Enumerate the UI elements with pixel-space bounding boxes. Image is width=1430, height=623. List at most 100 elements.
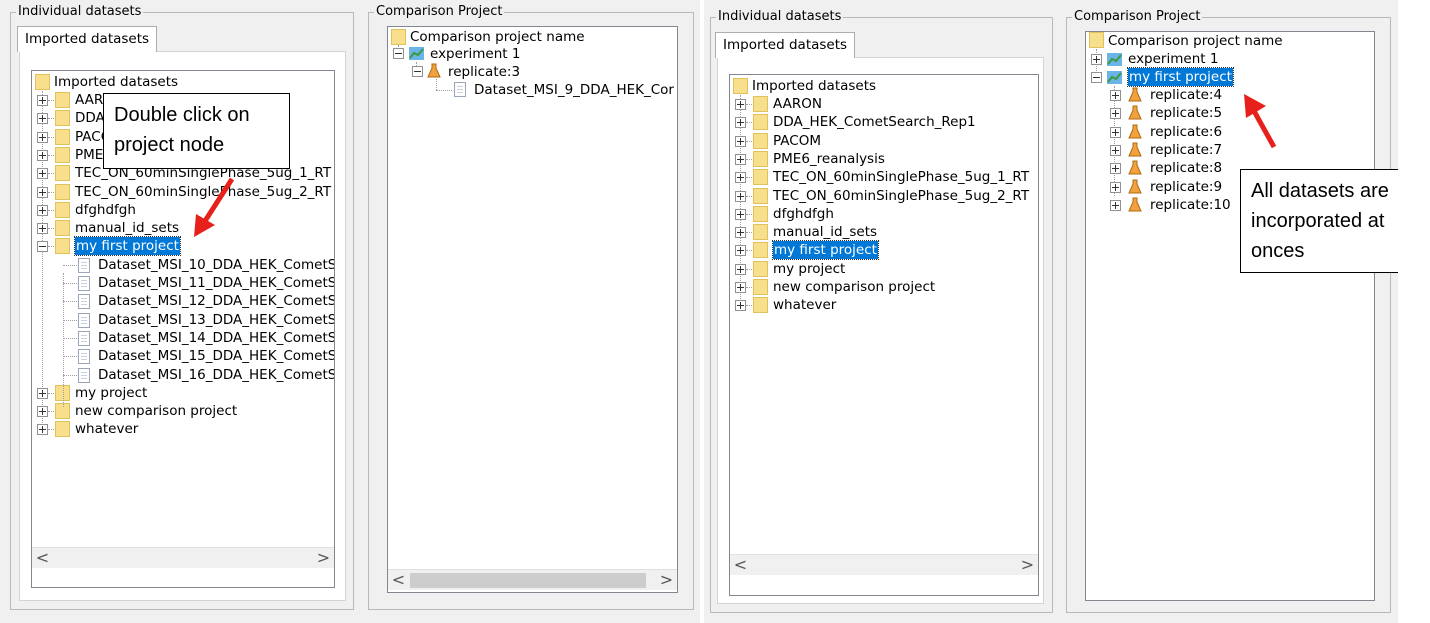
expand-icon[interactable] bbox=[1110, 126, 1121, 138]
folder-row[interactable]: manual_id_sets bbox=[32, 219, 332, 237]
folder-row[interactable]: my first project bbox=[32, 236, 332, 257]
collapse-icon[interactable] bbox=[37, 241, 48, 253]
expand-icon[interactable] bbox=[37, 223, 48, 235]
expand-icon[interactable] bbox=[735, 245, 746, 257]
dataset-row[interactable]: Dataset_MSI_15_DDA_HEK_CometS bbox=[32, 347, 334, 365]
folder-row[interactable]: dfghdfgh bbox=[730, 205, 1036, 223]
expand-icon[interactable] bbox=[1110, 181, 1121, 193]
tree-item-label: Dataset_MSI_14_DDA_HEK_CometS bbox=[98, 329, 335, 346]
collapse-icon[interactable] bbox=[1091, 72, 1102, 83]
folder-row[interactable]: my project bbox=[32, 384, 332, 402]
folder-row[interactable]: new comparison project bbox=[32, 402, 332, 420]
expand-icon[interactable] bbox=[37, 168, 48, 180]
tab-imported-datasets[interactable]: Imported datasets bbox=[17, 26, 158, 52]
collapse-icon[interactable] bbox=[393, 48, 404, 59]
expand-icon[interactable] bbox=[735, 99, 746, 110]
tree-guide bbox=[48, 209, 54, 211]
scroll-left-button[interactable]: < bbox=[390, 570, 407, 590]
scroll-right-button[interactable]: > bbox=[1019, 555, 1036, 575]
dataset-row[interactable]: Dataset_MSI_10_DDA_HEK_CometS bbox=[32, 256, 334, 274]
folder-row[interactable]: DDA_HEK_CometSearch_Rep1 bbox=[730, 113, 1036, 131]
tree-item-label: dfghdfgh bbox=[75, 201, 136, 218]
dataset-row[interactable]: Dataset_MSI_13_DDA_HEK_CometS bbox=[32, 311, 334, 329]
expand-icon[interactable] bbox=[735, 282, 746, 293]
expand-icon[interactable] bbox=[1110, 90, 1121, 101]
scroll-right-button[interactable]: > bbox=[658, 570, 675, 590]
dataset-row[interactable]: Dataset_MSI_14_DDA_HEK_CometS bbox=[32, 329, 335, 347]
expand-icon[interactable] bbox=[735, 190, 746, 202]
replicate-row[interactable]: replicate:7 bbox=[1086, 141, 1366, 159]
expand-icon[interactable] bbox=[37, 186, 48, 198]
tree-guide bbox=[48, 411, 54, 413]
expand-icon[interactable] bbox=[1110, 163, 1121, 175]
expand-icon[interactable] bbox=[735, 153, 746, 165]
expand-icon[interactable] bbox=[735, 117, 746, 129]
tree-guide bbox=[48, 173, 54, 175]
expand-icon[interactable] bbox=[735, 227, 746, 239]
replicate-label[interactable]: replicate:3 bbox=[448, 63, 520, 81]
callout-line: project node bbox=[114, 134, 225, 156]
expand-icon[interactable] bbox=[37, 204, 48, 216]
folder-row[interactable]: new comparison project bbox=[730, 278, 1036, 296]
folder-row[interactable]: TEC_ON_60minSinglePhase_5ug_2_RT bbox=[32, 183, 332, 201]
tree-item-label: dfghdfgh bbox=[773, 205, 834, 222]
tree-guide bbox=[63, 264, 77, 266]
tree-item-label: DDA_HEK_CometSearch_Rep1 bbox=[773, 114, 976, 131]
replicate-label: replicate:10 bbox=[1150, 196, 1231, 213]
collapse-icon[interactable] bbox=[412, 66, 423, 77]
folder-row[interactable]: my project bbox=[730, 260, 1036, 278]
expand-icon[interactable] bbox=[735, 300, 746, 312]
expand-icon[interactable] bbox=[1110, 144, 1121, 156]
replicate-row[interactable]: replicate:5 bbox=[1086, 104, 1366, 122]
expand-icon[interactable] bbox=[37, 387, 48, 399]
expand-icon[interactable] bbox=[37, 131, 48, 143]
expand-icon[interactable] bbox=[37, 113, 48, 125]
flask-icon bbox=[1128, 87, 1142, 102]
expand-icon[interactable] bbox=[735, 172, 746, 184]
folder-row[interactable]: whatever bbox=[730, 296, 1036, 314]
folder-row[interactable]: PME6_reanalysis bbox=[730, 150, 1036, 168]
dataset-label[interactable]: Dataset_MSI_9_DDA_HEK_Cor bbox=[474, 81, 674, 99]
horizontal-scrollbar[interactable]: < > bbox=[388, 569, 677, 590]
project-node-label[interactable]: my first project bbox=[1127, 67, 1234, 87]
comparison-tree[interactable]: Comparison project name experiment 1 my … bbox=[1085, 31, 1375, 601]
expand-icon[interactable] bbox=[37, 95, 48, 106]
folder-row[interactable]: my first project bbox=[730, 240, 1036, 261]
expand-icon[interactable] bbox=[37, 424, 48, 436]
folder-row[interactable]: whatever bbox=[32, 420, 332, 438]
expand-icon[interactable] bbox=[1091, 54, 1102, 65]
expand-icon[interactable] bbox=[1110, 108, 1121, 120]
expand-icon[interactable] bbox=[1110, 199, 1121, 211]
replicate-row[interactable]: replicate:4 bbox=[1086, 86, 1366, 104]
expand-icon[interactable] bbox=[735, 208, 746, 220]
folder-row[interactable]: AARON bbox=[730, 95, 1036, 113]
dataset-row[interactable]: Dataset_MSI_12_DDA_HEK_CometS bbox=[32, 292, 334, 310]
comparison-tree[interactable]: Comparison project name experiment 1 rep… bbox=[387, 26, 678, 593]
datasets-tree[interactable]: Imported datasets AARON DDA_HEK_CometSear… bbox=[729, 74, 1039, 596]
scroll-right-button[interactable]: > bbox=[315, 548, 332, 568]
tree-guide bbox=[48, 191, 54, 193]
experiment-label[interactable]: experiment 1 bbox=[430, 45, 520, 63]
expand-icon[interactable] bbox=[735, 135, 746, 147]
scroll-left-button[interactable]: < bbox=[34, 548, 51, 568]
scroll-thumb[interactable] bbox=[410, 573, 646, 588]
folder-row[interactable]: PACOM bbox=[730, 132, 1036, 150]
horizontal-scrollbar[interactable]: < > bbox=[32, 547, 334, 568]
tree-guide bbox=[48, 100, 54, 101]
replicate-row[interactable]: replicate:6 bbox=[1086, 123, 1366, 141]
expand-icon[interactable] bbox=[735, 263, 746, 275]
folder-row[interactable]: dfghdfgh bbox=[32, 201, 332, 219]
scroll-left-button[interactable]: < bbox=[732, 555, 749, 575]
folder-icon bbox=[55, 183, 70, 200]
dataset-row[interactable]: Dataset_MSI_11_DDA_HEK_CometS bbox=[32, 274, 334, 292]
experiment-label[interactable]: experiment 1 bbox=[1128, 50, 1218, 68]
folder-row[interactable]: TEC_ON_60minSinglePhase_5ug_1_RT bbox=[730, 168, 1036, 186]
expand-icon[interactable] bbox=[37, 406, 48, 418]
tab-imported-datasets[interactable]: Imported datasets bbox=[715, 32, 856, 58]
expand-icon[interactable] bbox=[37, 149, 48, 161]
folder-row[interactable]: manual_id_sets bbox=[730, 223, 1036, 241]
dataset-icon bbox=[78, 312, 90, 328]
horizontal-scrollbar[interactable]: < > bbox=[730, 554, 1038, 575]
dataset-row[interactable]: Dataset_MSI_16_DDA_HEK_CometS bbox=[32, 366, 334, 384]
folder-row[interactable]: TEC_ON_60minSinglePhase_5ug_2_RT bbox=[730, 187, 1036, 205]
